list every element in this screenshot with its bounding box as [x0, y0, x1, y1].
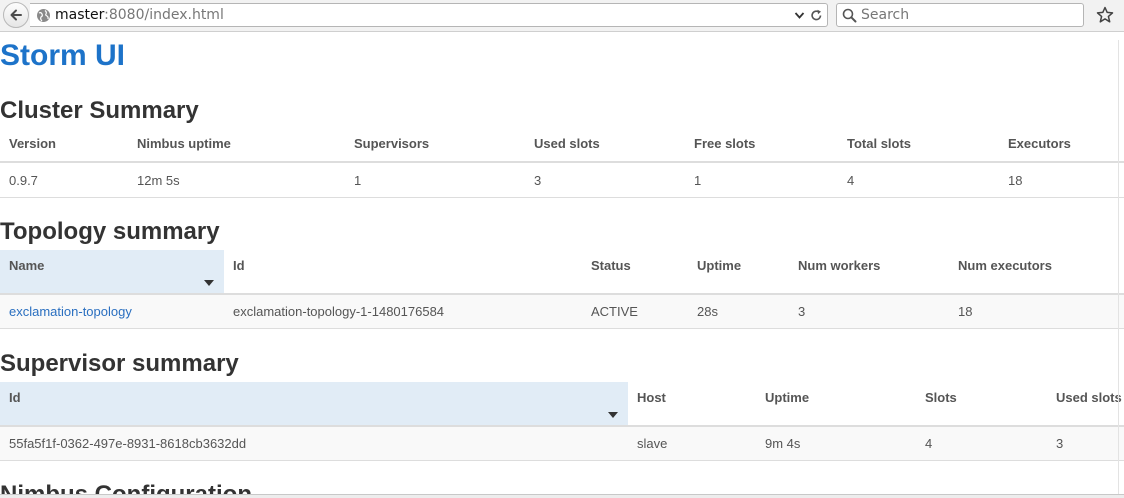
- cell-uptime: 28s: [688, 294, 789, 329]
- cell-nimbus-uptime: 12m 5s: [128, 162, 345, 198]
- cell-total-slots: 4: [838, 162, 999, 198]
- cell-num-executors: 18: [949, 294, 1124, 329]
- table-header-row: Id Host Uptime Slots Used slots: [0, 382, 1124, 427]
- url-path: :8080/index.html: [104, 7, 224, 23]
- column-header-num-executors[interactable]: Num executors: [949, 250, 1124, 295]
- cell-executors: 18: [999, 162, 1124, 198]
- sort-descending-icon: [204, 280, 214, 286]
- chevron-down-icon[interactable]: [794, 10, 805, 21]
- column-header-id[interactable]: Id: [224, 250, 582, 295]
- cluster-summary-title: Cluster Summary: [0, 97, 199, 124]
- column-header-uptime[interactable]: Uptime: [688, 250, 789, 295]
- column-header-used-slots[interactable]: Used slots: [1047, 382, 1124, 427]
- cell-slots: 4: [916, 426, 1047, 461]
- column-header-total-slots[interactable]: Total slots: [838, 128, 999, 163]
- column-header-version[interactable]: Version: [0, 128, 128, 163]
- column-header-executors[interactable]: Executors: [999, 128, 1124, 163]
- topology-summary-table: Name Id Status Uptime Num workers Num ex…: [0, 250, 1124, 329]
- table-row: 0.9.7 12m 5s 1 3 1 4 18: [0, 162, 1124, 198]
- cell-topology-name: exclamation-topology: [0, 294, 224, 329]
- column-header-host[interactable]: Host: [628, 382, 756, 427]
- column-header-num-workers[interactable]: Num workers: [789, 250, 949, 295]
- column-header-id[interactable]: Id: [0, 382, 628, 427]
- back-arrow-icon: [10, 9, 22, 21]
- cluster-summary-table: Version Nimbus uptime Supervisors Used s…: [0, 128, 1124, 198]
- url-host: master: [55, 7, 105, 23]
- back-button[interactable]: [3, 2, 29, 28]
- address-bar[interactable]: master:8080/index.html: [30, 3, 828, 27]
- table-row: exclamation-topology exclamation-topolog…: [0, 294, 1124, 329]
- topology-link[interactable]: exclamation-topology: [9, 304, 132, 319]
- column-header-label: Id: [9, 390, 21, 405]
- cell-used-slots: 3: [525, 162, 685, 198]
- supervisor-summary-table: Id Host Uptime Slots Used slots 55fa5f1f…: [0, 382, 1124, 461]
- column-header-used-slots[interactable]: Used slots: [525, 128, 685, 163]
- cell-status: ACTIVE: [582, 294, 688, 329]
- column-header-status[interactable]: Status: [582, 250, 688, 295]
- globe-icon: [37, 9, 50, 22]
- page-title: Storm UI: [0, 39, 126, 72]
- column-header-slots[interactable]: Slots: [916, 382, 1047, 427]
- horizontal-scrollbar[interactable]: [0, 494, 1124, 498]
- table-header-row: Name Id Status Uptime Num workers Num ex…: [0, 250, 1124, 295]
- search-icon: [842, 8, 857, 23]
- column-header-supervisors[interactable]: Supervisors: [345, 128, 525, 163]
- browser-toolbar: master:8080/index.html: [0, 0, 1124, 32]
- table-header-row: Version Nimbus uptime Supervisors Used s…: [0, 128, 1124, 163]
- reload-icon[interactable]: [810, 9, 823, 22]
- column-header-name[interactable]: Name: [0, 250, 224, 295]
- supervisor-summary-title: Supervisor summary: [0, 350, 239, 377]
- search-box[interactable]: [836, 3, 1084, 27]
- column-header-label: Name: [9, 258, 45, 273]
- cell-uptime: 9m 4s: [756, 426, 916, 461]
- sort-descending-icon: [608, 412, 618, 418]
- scrollbar-track[interactable]: [1118, 40, 1119, 498]
- bookmark-star-icon[interactable]: [1096, 6, 1114, 24]
- url-text: master:8080/index.html: [55, 7, 224, 23]
- topology-summary-title: Topology summary: [0, 218, 220, 245]
- cell-free-slots: 1: [685, 162, 838, 198]
- cell-host: slave: [628, 426, 756, 461]
- cell-used-slots: 3: [1047, 426, 1124, 461]
- cell-num-workers: 3: [789, 294, 949, 329]
- column-header-free-slots[interactable]: Free slots: [685, 128, 838, 163]
- cell-topology-id: exclamation-topology-1-1480176584: [224, 294, 582, 329]
- cell-supervisors: 1: [345, 162, 525, 198]
- table-row: 55fa5f1f-0362-497e-8931-8618cb3632dd sla…: [0, 426, 1124, 461]
- cell-version: 0.9.7: [0, 162, 128, 198]
- column-header-uptime[interactable]: Uptime: [756, 382, 916, 427]
- search-input[interactable]: [859, 5, 1081, 25]
- column-header-nimbus-uptime[interactable]: Nimbus uptime: [128, 128, 345, 163]
- nimbus-configuration-title: Nimbus Configuration: [0, 481, 252, 494]
- cell-supervisor-id: 55fa5f1f-0362-497e-8931-8618cb3632dd: [0, 426, 628, 461]
